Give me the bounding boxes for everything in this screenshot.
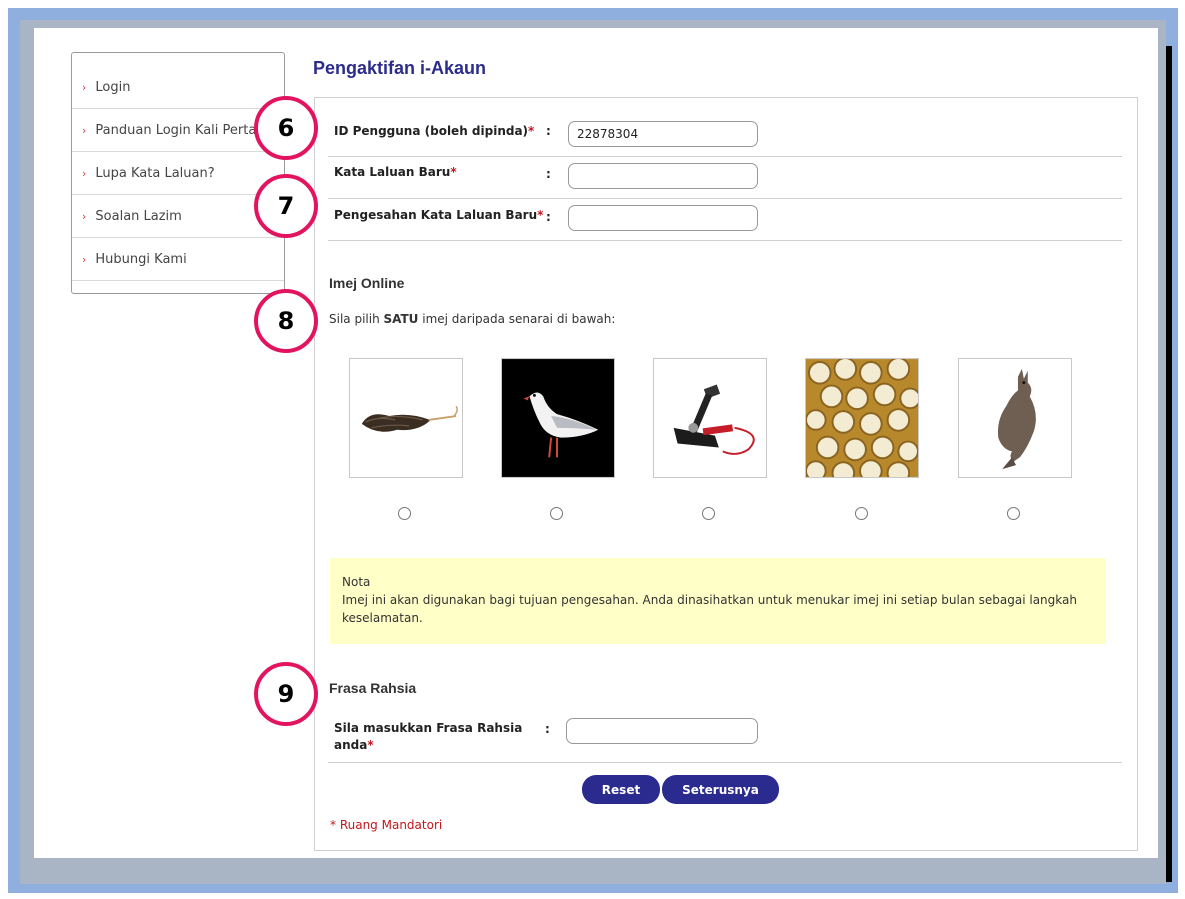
- colon: :: [546, 167, 551, 181]
- sidebar-item-faq[interactable]: › Soalan Lazim: [72, 195, 284, 238]
- chevron-right-icon: ›: [82, 252, 87, 266]
- image-option-1[interactable]: [349, 358, 463, 478]
- image-radio-3[interactable]: [702, 507, 715, 520]
- rice-cakes-icon: [806, 359, 918, 477]
- chevron-right-icon: ›: [82, 81, 87, 94]
- next-button[interactable]: Seterusnya: [662, 775, 779, 804]
- sidebar-item-login[interactable]: › Login: [72, 53, 284, 109]
- confirm-password-input[interactable]: [568, 205, 758, 231]
- phrase-label: Sila masukkan Frasa Rahsia anda*: [334, 721, 523, 752]
- note-title: Nota: [342, 575, 371, 589]
- page-title: Pengaktifan i-Akaun: [313, 58, 487, 78]
- note-text: Imej ini akan digunakan bagi tujuan peng…: [342, 593, 1077, 625]
- user-id-input[interactable]: [568, 121, 758, 147]
- feather-duster-icon: [350, 359, 462, 477]
- user-id-label: ID Pengguna (boleh dipinda)*: [334, 124, 535, 138]
- callout-9: 9: [254, 662, 318, 726]
- callout-8: 8: [254, 289, 318, 353]
- colon: :: [546, 210, 551, 224]
- note-box: Nota Imej ini akan digunakan bagi tujuan…: [330, 558, 1106, 644]
- new-password-label: Kata Laluan Baru*: [334, 165, 457, 179]
- chevron-right-icon: ›: [82, 123, 87, 137]
- sidebar-item-label: Login: [95, 80, 131, 95]
- secret-phrase-input[interactable]: [566, 718, 758, 744]
- image-option-5[interactable]: [958, 358, 1072, 478]
- image-option-4[interactable]: [805, 358, 919, 478]
- sidebar-item-label: Soalan Lazim: [95, 208, 182, 224]
- sidebar-menu: › Login › Panduan Login Kali Pertama › L…: [71, 52, 285, 294]
- sidebar-item-contact[interactable]: › Hubungi Kami: [72, 238, 284, 281]
- foot-pump-icon: [654, 359, 766, 477]
- sidebar-item-label: Hubungi Kami: [95, 251, 187, 267]
- colon: :: [545, 722, 550, 736]
- sidebar-item-first-login-guide[interactable]: › Panduan Login Kali Pertama: [72, 109, 284, 152]
- image-radio-1[interactable]: [398, 507, 411, 520]
- kangaroo-icon: [959, 359, 1071, 477]
- image-instruction: Sila pilih SATU imej daripada senarai di…: [329, 312, 616, 326]
- image-radio-4[interactable]: [855, 507, 868, 520]
- image-option-2[interactable]: [501, 358, 615, 478]
- callout-6: 6: [254, 96, 318, 160]
- colon: :: [546, 124, 551, 138]
- sidebar-item-forgot-password[interactable]: › Lupa Kata Laluan?: [72, 152, 284, 195]
- seagull-icon: [502, 359, 614, 477]
- sidebar-item-label: Lupa Kata Laluan?: [95, 165, 215, 181]
- image-option-3[interactable]: [653, 358, 767, 478]
- mandatory-note: * Ruang Mandatori: [330, 818, 443, 832]
- image-radio-2[interactable]: [550, 507, 563, 520]
- confirm-password-label: Pengesahan Kata Laluan Baru*: [334, 208, 544, 222]
- chevron-right-icon: ›: [82, 166, 87, 180]
- callout-7: 7: [254, 174, 318, 238]
- image-section-heading: Imej Online: [329, 275, 405, 291]
- phrase-section-heading: Frasa Rahsia: [329, 680, 417, 696]
- sidebar-item-label: Panduan Login Kali Pertama: [95, 122, 277, 138]
- image-radio-5[interactable]: [1007, 507, 1020, 520]
- reset-button[interactable]: Reset: [582, 775, 660, 804]
- new-password-input[interactable]: [568, 163, 758, 189]
- chevron-right-icon: ›: [82, 209, 87, 223]
